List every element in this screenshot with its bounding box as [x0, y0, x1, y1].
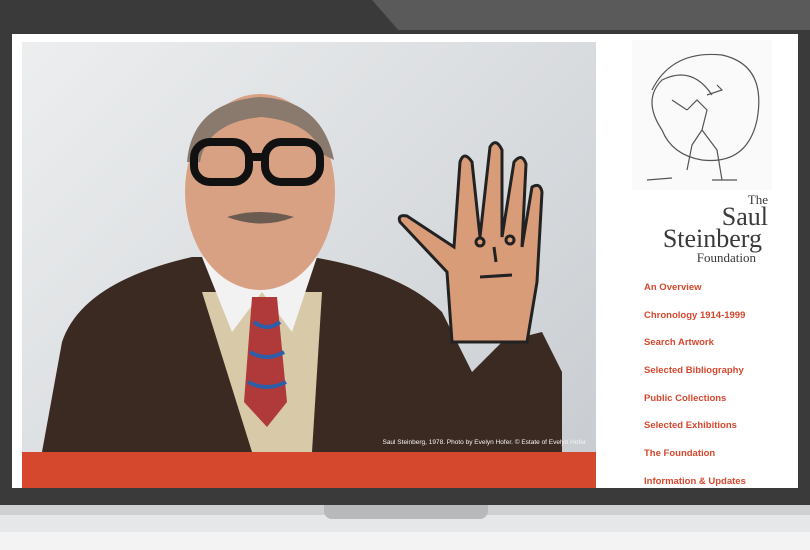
- logo-steinberg: Steinberg: [662, 224, 762, 253]
- photo-caption: Saul Steinberg, 1978. Photo by Evelyn Ho…: [382, 439, 586, 446]
- red-banner: [22, 452, 596, 488]
- sidebar: The Saul Steinberg Foundation An Overvie…: [612, 34, 798, 488]
- steinberg-drawing: [632, 40, 772, 190]
- portrait-illustration: [42, 94, 562, 452]
- main-nav: An Overview Chronology 1914-1999 Search …: [644, 282, 746, 488]
- nav-item-information-updates[interactable]: Information & Updates: [644, 476, 746, 488]
- logo-foundation: Foundation: [696, 250, 756, 265]
- nav-item-exhibitions[interactable]: Selected Exhibitions: [644, 420, 746, 448]
- nav-item-chronology[interactable]: Chronology 1914-1999: [644, 310, 746, 338]
- laptop-notch: [324, 505, 488, 519]
- hero-photo: Saul Steinberg, 1978. Photo by Evelyn Ho…: [22, 42, 596, 452]
- foundation-logo[interactable]: The Saul Steinberg Foundation: [640, 192, 768, 265]
- nav-item-search-artwork[interactable]: Search Artwork: [644, 337, 746, 365]
- line-drawing-illustration: [646, 53, 760, 181]
- nav-item-bibliography[interactable]: Selected Bibliography: [644, 365, 746, 393]
- laptop-base-bottom: [0, 532, 810, 550]
- nav-item-foundation[interactable]: The Foundation: [644, 448, 746, 476]
- nav-item-public-collections[interactable]: Public Collections: [644, 393, 746, 421]
- bezel-gloss: [372, 0, 810, 30]
- nav-item-overview[interactable]: An Overview: [644, 282, 746, 310]
- laptop-screen: Saul Steinberg, 1978. Photo by Evelyn Ho…: [12, 34, 798, 488]
